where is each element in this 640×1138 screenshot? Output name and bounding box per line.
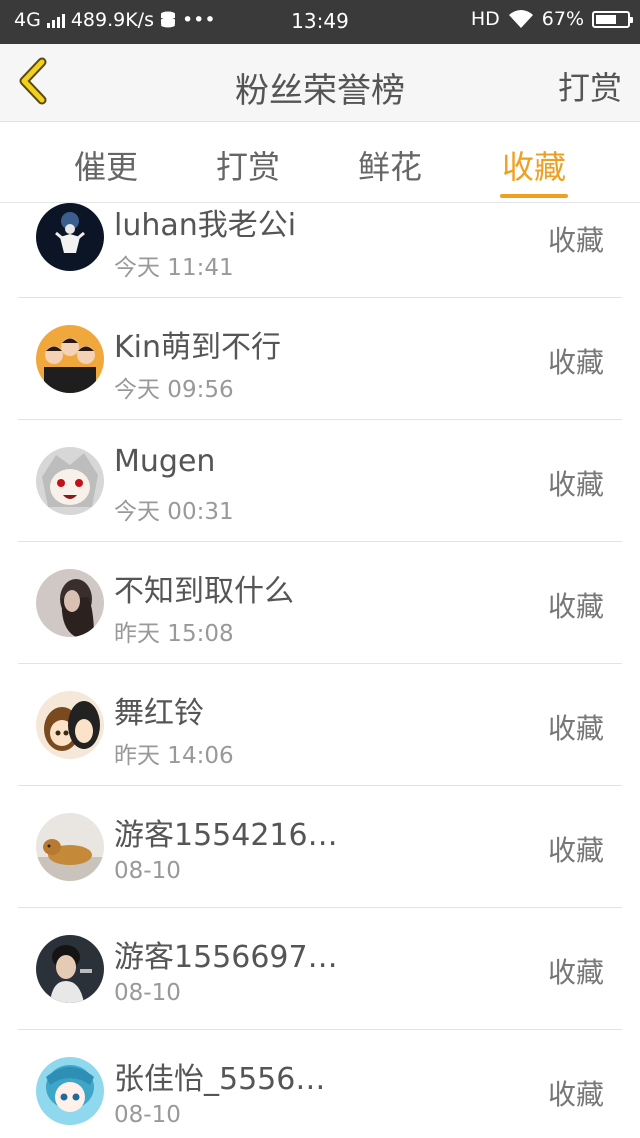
list-item[interactable]: 张佳怡_5556… 08-10 收藏 [18, 1030, 622, 1138]
active-tab-indicator [500, 194, 568, 198]
tab-reward[interactable]: 打赏 [198, 142, 298, 188]
list-item[interactable]: Mugen 今天 00:31 收藏 [18, 420, 622, 542]
tab-favorites[interactable]: 收藏 [484, 142, 584, 188]
battery-icon [592, 10, 633, 28]
timestamp: 今天 00:31 [114, 499, 234, 525]
user-name: 游客1554216… [114, 818, 338, 853]
list-item[interactable]: 游客1554216… 08-10 收藏 [18, 786, 622, 908]
user-name: 张佳怡_5556… [114, 1062, 326, 1097]
favorite-label: 收藏 [547, 468, 604, 501]
list-item[interactable]: 不知到取什么 昨天 15:08 收藏 [18, 542, 622, 664]
timestamp: 今天 11:41 [114, 255, 234, 281]
wifi-icon [508, 10, 533, 28]
avatar [36, 813, 104, 881]
list-item[interactable]: 舞红铃 昨天 14:06 收藏 [18, 664, 622, 786]
favorite-label: 收藏 [547, 834, 604, 867]
user-name: 舞红铃 [114, 696, 204, 731]
avatar [36, 569, 104, 637]
battery-fill [596, 14, 616, 24]
tab-urge[interactable]: 催更 [56, 142, 156, 188]
avatar [36, 935, 104, 1003]
list-item[interactable]: 游客1556697… 08-10 收藏 [18, 908, 622, 1030]
avatar [36, 325, 104, 393]
tab-flowers[interactable]: 鲜花 [340, 142, 440, 188]
reward-button[interactable]: 打赏 [558, 63, 622, 109]
favorite-label: 收藏 [547, 224, 604, 257]
timestamp: 昨天 15:08 [114, 621, 234, 647]
user-name: Mugen [114, 444, 216, 479]
user-name: Kin萌到不行 [114, 330, 282, 365]
avatar [36, 447, 104, 515]
favorite-label: 收藏 [547, 712, 604, 745]
page-title: 粉丝荣誉榜 [235, 71, 405, 111]
timestamp: 今天 09:56 [114, 377, 234, 403]
avatar [36, 691, 104, 759]
nav-bar: 粉丝荣誉榜 打赏 [0, 44, 640, 122]
favorite-label: 收藏 [547, 1078, 604, 1111]
battery-percent: 67% [541, 8, 584, 30]
status-bar: 4G 489.9K/s ••• 13:49 HD 67% [0, 0, 640, 44]
avatar [36, 203, 104, 271]
status-right: HD 67% [470, 8, 633, 30]
user-name: 游客1556697… [114, 940, 338, 975]
user-name: 不知到取什么 [114, 574, 294, 609]
timestamp: 08-10 [114, 980, 181, 1006]
favorite-label: 收藏 [547, 346, 604, 379]
timestamp: 08-10 [114, 1102, 181, 1128]
favorite-label: 收藏 [547, 590, 604, 623]
timestamp: 昨天 14:06 [114, 743, 234, 769]
avatar [36, 1057, 104, 1125]
tab-bar: 催更 打赏 鲜花 收藏 [0, 122, 640, 203]
user-name: luhan我老公i [114, 208, 297, 243]
fan-list[interactable]: luhan我老公i 今天 11:41 收藏 Kin萌到不行 今天 09:56 收… [0, 203, 640, 1138]
list-item[interactable]: Kin萌到不行 今天 09:56 收藏 [18, 298, 622, 420]
list-item[interactable]: luhan我老公i 今天 11:41 收藏 [18, 203, 622, 298]
timestamp: 08-10 [114, 858, 181, 884]
favorite-label: 收藏 [547, 956, 604, 989]
hd-badge: HD [470, 8, 500, 30]
